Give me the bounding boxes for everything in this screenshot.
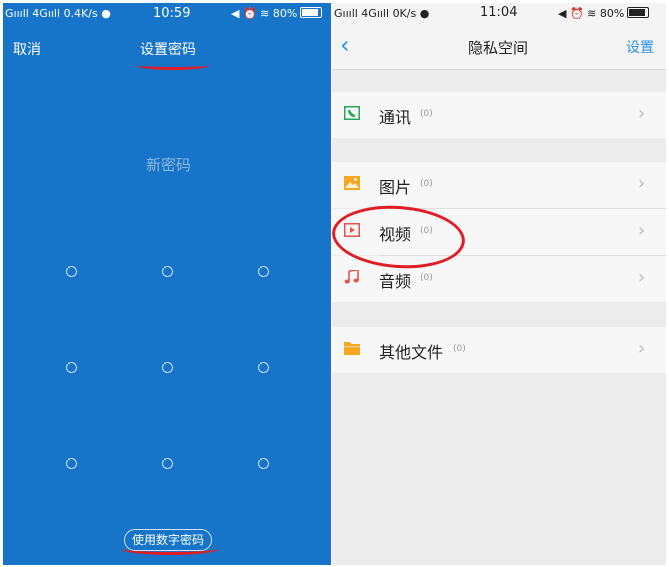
pattern-dot[interactable] [162,362,173,373]
list-item-count: (0) [420,273,433,283]
mute-icon: ◀ [558,7,567,20]
list-item-images[interactable]: 图片 (0) › [332,162,666,208]
chat-icon: ● [419,7,430,20]
battery-icon [300,7,323,18]
chevron-right-icon: › [638,338,646,359]
status-time: 11:04 [480,5,518,20]
list-item-other-files[interactable]: 其他文件 (0) › [332,327,666,373]
page-title: 设置密码 [140,42,196,58]
chevron-right-icon: › [638,267,646,288]
pattern-dot[interactable] [66,362,77,373]
pattern-dot[interactable] [162,266,173,277]
private-space-screen: Gıııll 4Gııll 0K/s ● 11:04 ◀ ⏰ ≋ 80% ‹ 隐… [329,3,666,565]
list-item-label: 图片 [379,178,412,197]
wifi-icon: ≋ [260,7,270,20]
list-item-contacts[interactable]: 通讯 (0) › [332,92,666,138]
pattern-dot[interactable] [258,458,269,469]
chevron-right-icon: › [638,220,646,241]
status-bar: Gıııll 4Gııll 0K/s ● 11:04 ◀ ⏰ ≋ 80% [332,3,666,25]
status-right: ◀ ⏰ ≋ 80% [558,7,650,20]
chevron-right-icon: › [638,173,646,194]
pattern-dot[interactable] [258,266,269,277]
chat-icon: ● [101,7,111,20]
pattern-dot[interactable] [66,458,77,469]
pattern-dot[interactable] [66,266,77,277]
wifi-icon: ≋ [587,7,597,20]
numeric-annotation-underline [121,542,219,555]
chevron-left-icon[interactable]: ‹ [340,31,350,59]
new-password-prompt: 新密码 [146,156,192,174]
settings-button[interactable]: 设置 [626,37,654,57]
image-icon [344,176,360,190]
audio-icon [344,270,359,284]
signal-indicator: Gıııll 4Gııll 0.4K/s ● [5,7,111,20]
list-item-count: (0) [420,179,433,189]
status-time: 10:59 [153,6,191,21]
signal-indicator: Gıııll 4Gııll 0K/s ● [334,7,430,20]
pattern-dot[interactable] [162,458,173,469]
set-password-screen: Gıııll 4Gııll 0.4K/s ● 10:59 ◀ ⏰ ≋ 80% 取… [3,3,331,565]
battery-icon [627,7,650,18]
folder-icon [344,342,360,355]
list-item-count: (0) [420,109,433,119]
status-right: ◀ ⏰ ≋ 80% [231,7,323,20]
list-item-label: 通讯 [379,108,412,127]
list-item-label: 其他文件 [379,343,444,362]
status-bar: Gıııll 4Gııll 0.4K/s ● 10:59 ◀ ⏰ ≋ 80% [3,3,331,25]
nav-title: 隐私空间 [468,39,529,57]
alarm-icon: ⏰ [569,7,584,20]
list-item-count: (0) [453,344,466,354]
nav-bar: ‹ 隐私空间 设置 [332,25,666,70]
title-annotation-underline [137,61,209,70]
pattern-dot[interactable] [258,362,269,373]
cancel-button[interactable]: 取消 [13,39,41,59]
list-item-label: 音频 [379,272,412,291]
alarm-icon: ⏰ [242,7,257,20]
contacts-icon [344,106,360,120]
chevron-right-icon: › [638,103,646,124]
mute-icon: ◀ [231,7,240,20]
